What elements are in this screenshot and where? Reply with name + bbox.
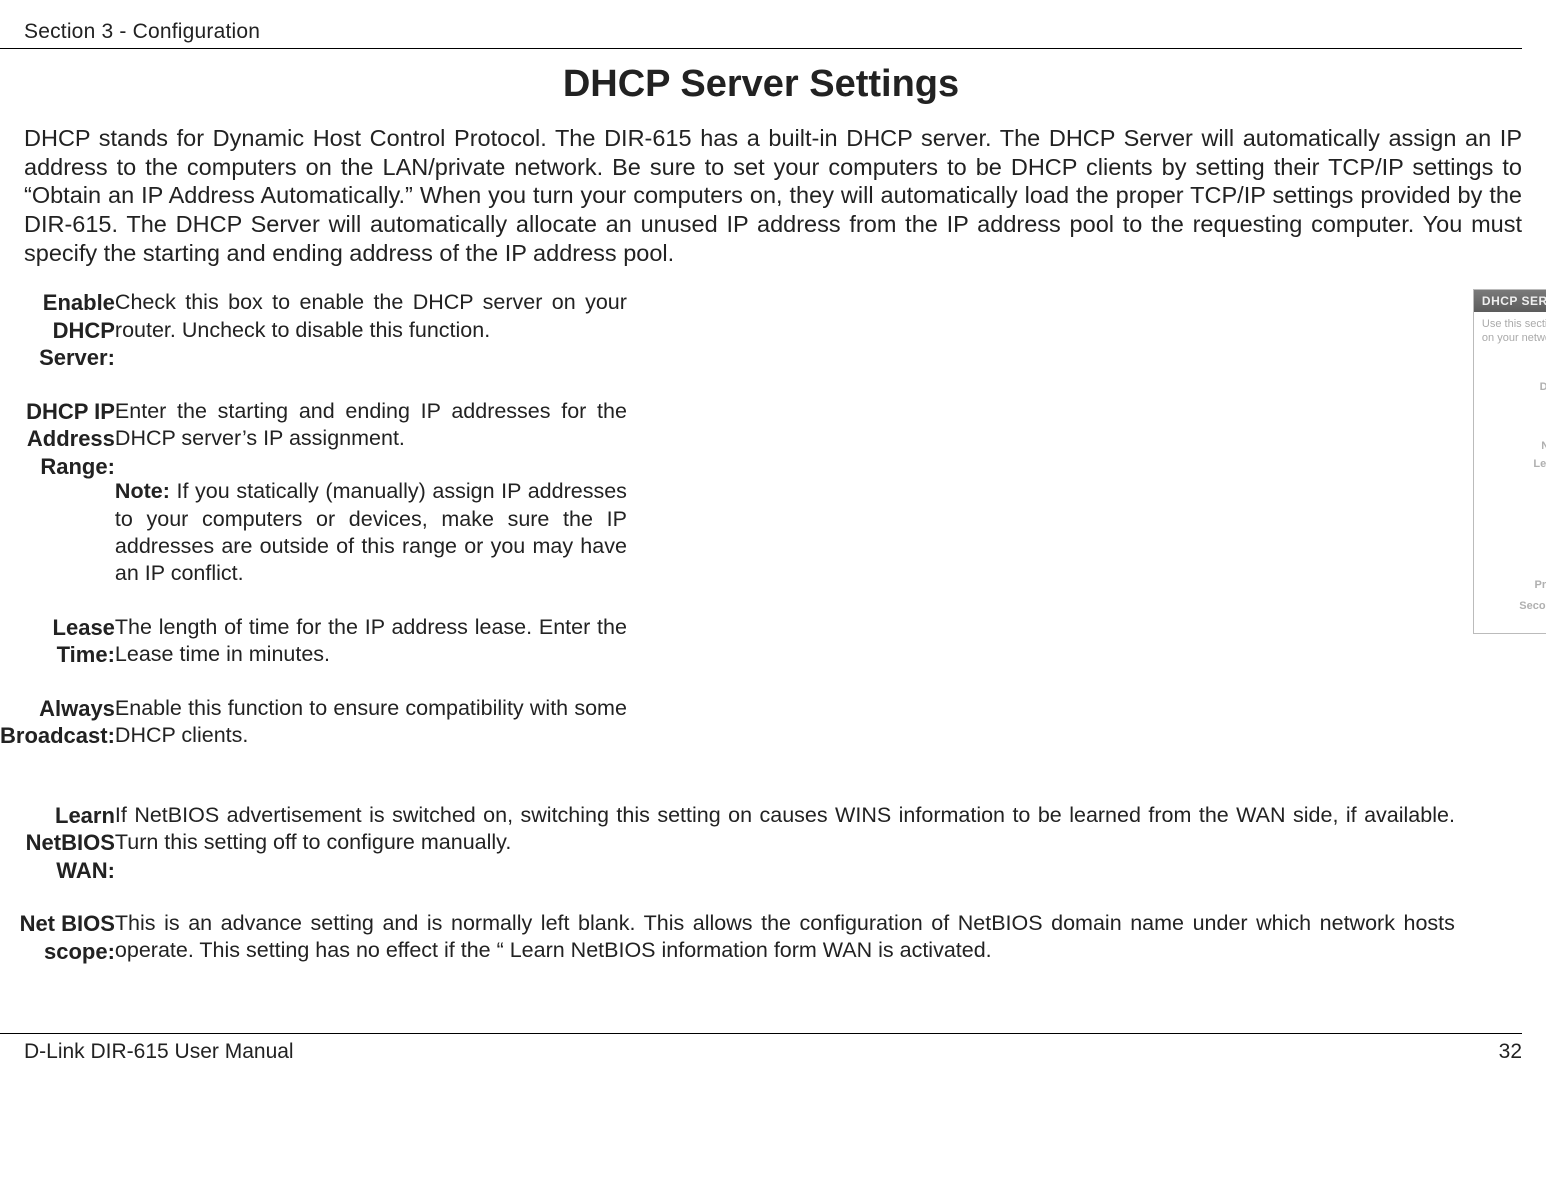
desc-learn-netbios-wan: If NetBIOS advertisement is switched on,… bbox=[115, 802, 1455, 857]
term-learn-netbios-wan: Learn NetBIOS WAN: bbox=[0, 802, 115, 885]
term-ip-range: DHCP IP Address Range: bbox=[0, 398, 115, 588]
desc-lease-time: The length of time for the IP address le… bbox=[115, 614, 627, 669]
desc-ip-range: Enter the starting and ending IP address… bbox=[115, 398, 627, 453]
desc-enable-dhcp: Check this box to enable the DHCP server… bbox=[115, 289, 627, 344]
definition-list: Enable DHCP Server: Check this box to en… bbox=[0, 289, 1455, 965]
footer-manual-name: D-Link DIR-615 User Manual bbox=[24, 1040, 294, 1064]
label-netbios-scope: NetBIOS Scope : bbox=[1482, 474, 1546, 488]
label-learn-netbios-wan: Learn NetBIOS from WAN : bbox=[1482, 456, 1546, 470]
desc-always-broadcast: Enable this function to ensure compatibi… bbox=[115, 695, 627, 750]
label-netbios-announcement: NetBIOS announcement : bbox=[1482, 438, 1546, 452]
dhcp-settings-panel: DHCP SERVER SETTINGS Use this section to… bbox=[1473, 289, 1546, 634]
term-enable-dhcp: Enable DHCP Server: bbox=[0, 289, 115, 372]
intro-paragraph: DHCP stands for Dynamic Host Control Pro… bbox=[0, 124, 1522, 267]
desc-netbios-scope: This is an advance setting and is normal… bbox=[115, 910, 1455, 965]
page-title: DHCP Server Settings bbox=[0, 63, 1522, 106]
label-enable-dhcp: Enable DHCP Server : bbox=[1482, 361, 1546, 375]
label-lease-time: DHCP Lease Time : bbox=[1482, 400, 1546, 414]
desc-ip-range-note: Note: If you statically (manually) assig… bbox=[115, 478, 627, 587]
label-ip-range: DHCP IP Address Range : bbox=[1482, 379, 1546, 393]
section-header: Section 3 - Configuration bbox=[0, 20, 1522, 49]
panel-description: Use this section to configure the built-… bbox=[1474, 312, 1546, 354]
label-primary-wins: Primary WINS IP Address : bbox=[1482, 577, 1546, 591]
label-netbios-node-type: NetBIOS node type : bbox=[1482, 495, 1546, 509]
term-netbios-scope: Net BIOS scope: bbox=[0, 910, 115, 965]
label-always-broadcast: Always Broadcast : bbox=[1482, 421, 1546, 435]
dhcp-form: Enable DHCP Server : DHCP IP Address Ran… bbox=[1474, 354, 1546, 634]
term-always-broadcast: Always Broadcast: bbox=[0, 695, 115, 750]
footer-page-number: 32 bbox=[1499, 1040, 1522, 1064]
panel-header: DHCP SERVER SETTINGS bbox=[1474, 290, 1546, 312]
term-lease-time: Lease Time: bbox=[0, 614, 115, 669]
label-secondary-wins: Secondary WINS IP Address : bbox=[1482, 598, 1546, 612]
